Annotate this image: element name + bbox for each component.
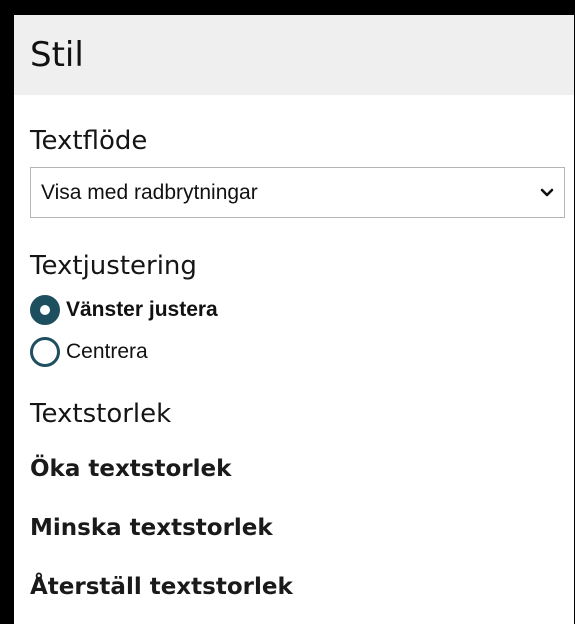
text-alignment-heading: Textjustering — [30, 251, 197, 281]
text-flow-select-value: Visa med radbrytningar — [41, 180, 258, 204]
decrease-text-size-link[interactable]: Minska textstorlek — [30, 509, 574, 547]
panel-header: Stil — [14, 15, 574, 95]
chevron-down-icon — [540, 183, 554, 202]
radio-option-center[interactable]: Centrera — [30, 334, 574, 370]
style-panel: Stil Textflöde Visa med radbrytningar Te… — [14, 15, 574, 624]
reset-text-size-link[interactable]: Återställ textstorlek — [30, 568, 574, 606]
radio-option-left-align[interactable]: Vänster justera — [30, 292, 574, 328]
radio-button-unchecked[interactable] — [30, 337, 60, 367]
text-flow-select[interactable]: Visa med radbrytningar — [30, 167, 565, 218]
radio-label-center: Centrera — [66, 340, 148, 363]
increase-text-size-link[interactable]: Öka textstorlek — [30, 450, 574, 488]
panel-title: Stil — [30, 35, 84, 75]
radio-label-left-align: Vänster justera — [66, 298, 218, 321]
text-flow-heading: Textflöde — [30, 126, 148, 156]
radio-button-checked[interactable] — [30, 295, 60, 325]
text-size-heading: Textstorlek — [30, 399, 172, 429]
panel-content: Textflöde Visa med radbrytningar Textjus… — [14, 123, 574, 606]
